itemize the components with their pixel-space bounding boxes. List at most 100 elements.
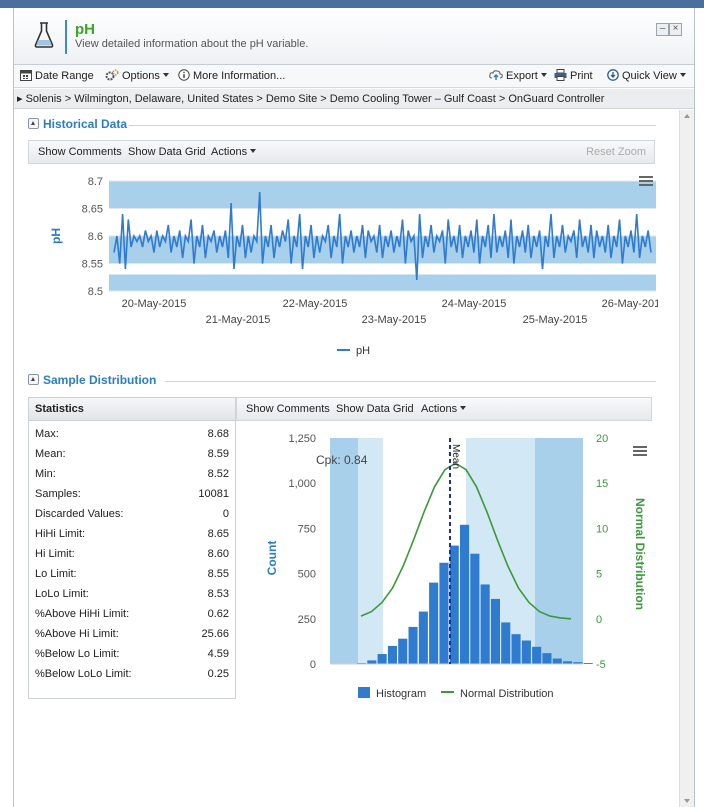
printer-icon [554,69,567,81]
y2-tick-label: 20 [596,433,608,445]
page-subtitle: View detailed information about the pH v… [75,38,309,50]
page-title: pH [75,21,95,38]
sample-distribution-chart[interactable]: 1,250 1,000 750 500 250 0 20 15 10 5 0 -5 Count Norma… [236,424,656,704]
breadcrumb-arrow-icon: ▸ [17,93,26,105]
stat-value: 8.60 [207,548,229,560]
y2-tick-label: 10 [596,523,608,535]
quick-view-menu[interactable]: Quick View [607,69,686,82]
histogram-bar [470,553,480,664]
y-tick-label: 250 [298,614,316,626]
statistics-row: Max: 8.68 [35,428,229,448]
x-tick-label: 23-May-2015 [362,314,427,326]
caret-down-icon [162,73,169,77]
y-axis-label: pH [49,228,63,244]
calendar-icon [20,70,32,81]
top-accent-bar [0,0,704,8]
histogram-bar [418,611,428,664]
actions-label: Actions [211,146,248,158]
statistics-row: HiHi Limit: 8.65 [35,528,229,548]
histogram-bar [532,646,542,664]
print-button[interactable]: Print [554,69,593,82]
scroll-up-icon[interactable] [684,114,690,118]
minimize-button[interactable]: – [656,23,669,36]
x-tick-label: 24-May-2015 [442,298,507,310]
legend-histogram-icon [358,687,370,698]
show-data-grid-button[interactable]: Show Data Grid [336,403,414,415]
historical-chart-toolbar: Show Comments Show Data Grid Actions Res… [28,140,655,164]
histogram-bar [490,598,500,664]
y-tick-label: 8.65 [82,204,103,216]
statistics-row: %Below Lo Limit: 4.59 [35,648,229,668]
show-comments-button[interactable]: Show Comments [246,403,330,415]
collapse-icon[interactable] [28,118,39,129]
statistics-panel: Statistics Max: 8.68 Mean: 8.59 Min: 8.52 Samp… [28,397,236,699]
actions-menu[interactable]: Actions [211,146,257,158]
close-button[interactable]: × [669,23,682,36]
histogram-bar [398,638,408,664]
histogram-bar [542,653,552,664]
scroll-down-icon[interactable] [684,799,690,803]
toolbar: Date Range Options More Information... E… [14,65,694,88]
quick-view-icon [607,69,619,81]
caret-down-icon [679,73,686,77]
export-icon [489,70,503,80]
breadcrumb-path[interactable]: Solenis > Wilmington, Delaware, United S… [26,93,605,105]
menu-icon [639,184,653,186]
stat-value: 8.52 [207,468,229,480]
stat-label: Discarded Values: [35,508,124,520]
statistics-row: Mean: 8.59 [35,448,229,468]
options-label: Options [122,70,160,82]
options-menu[interactable]: Options [105,69,169,82]
statistics-row: %Above HiHi Limit: 0.62 [35,608,229,628]
show-comments-button[interactable]: Show Comments [38,146,122,158]
histogram-bar [552,658,562,664]
stat-label: Samples: [35,488,81,500]
y-tick-label: 8.7 [88,176,103,188]
caret-down-icon [460,406,467,410]
stat-label: HiHi Limit: [35,528,86,540]
stat-label: %Below Lo Limit: [35,648,120,660]
limit-band [109,181,656,209]
historical-data-header[interactable]: Historical Data [28,117,127,131]
menu-icon [639,180,653,182]
statistics-title: Statistics [29,398,235,421]
flask-icon [34,22,54,48]
stat-value: 8.65 [207,528,229,540]
y-tick-label: 500 [298,569,316,581]
y-tick-label: 0 [310,659,316,671]
y-tick-label: 8.55 [82,259,103,271]
statistics-row: %Below LoLo Limit: 0.25 [35,668,229,688]
show-data-grid-button[interactable]: Show Data Grid [128,146,206,158]
export-menu[interactable]: Export [489,69,547,82]
histogram-bar [377,654,387,664]
x-tick-label: 20-May-2015 [122,298,187,310]
histogram-bar [511,634,521,664]
more-information-button[interactable]: More Information... [178,69,285,82]
histogram-bar [521,640,531,664]
historical-ph-chart[interactable]: 8.7 8.65 8.6 8.55 8.5 pH 20-May-2015 22-May-201… [28,168,658,358]
histogram-bar [387,645,397,664]
historical-data-title: Historical Data [43,117,128,131]
histogram-bar [439,562,449,664]
actions-label: Actions [421,403,458,415]
header-separator [65,20,67,54]
actions-menu[interactable]: Actions [421,403,467,415]
stat-label: Min: [35,468,56,480]
histogram-bar [583,663,593,664]
stat-value: 0.62 [207,608,229,620]
sample-distribution-header[interactable]: Sample Distribution [28,373,156,387]
reset-zoom-button[interactable]: Reset Zoom [586,146,646,158]
histogram-bar [449,545,459,664]
x-tick-label: 22-May-2015 [283,298,348,310]
gears-icon [105,69,119,81]
section-divider [129,125,656,126]
vertical-scrollbar[interactable] [679,110,694,807]
date-range-button[interactable]: Date Range [20,69,94,82]
statistics-row: Samples: 10081 [35,488,229,508]
quick-view-label: Quick View [622,70,677,82]
stat-value: 25.66 [201,628,229,640]
statistics-row: Discarded Values: 0 [35,508,229,528]
limit-band [109,274,656,291]
menu-icon [633,454,647,456]
collapse-icon[interactable] [28,374,39,385]
